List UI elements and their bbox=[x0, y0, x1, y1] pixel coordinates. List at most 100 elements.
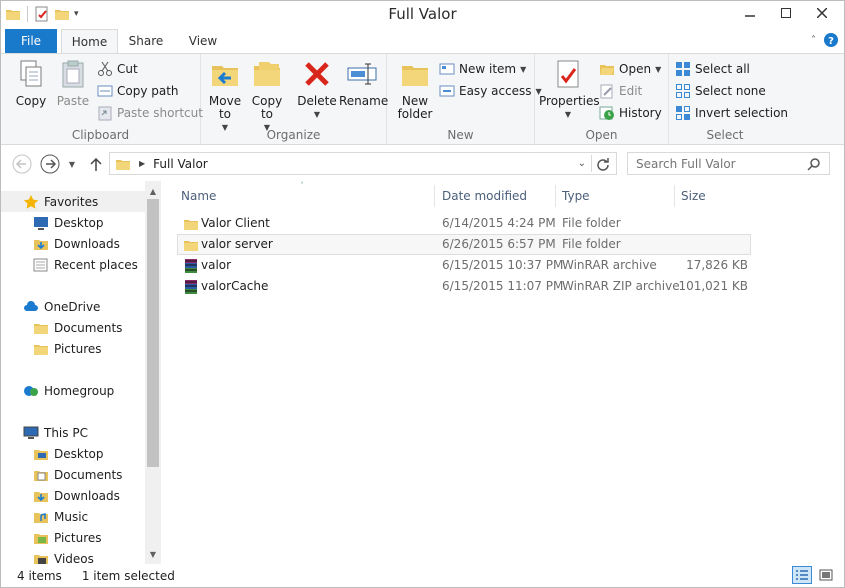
file-row[interactable]: Valor Client 6/14/2015 4:24 PM File fold… bbox=[177, 213, 751, 234]
folder-icon bbox=[34, 344, 48, 355]
breadcrumb-full-valor[interactable]: Full Valor bbox=[153, 157, 208, 171]
music-folder-icon bbox=[34, 512, 48, 523]
new-folder-icon bbox=[402, 66, 428, 86]
nav-onedrive-pictures[interactable]: Pictures bbox=[1, 338, 145, 359]
open-button[interactable]: Open ▼ bbox=[599, 59, 661, 79]
up-arrow-icon bbox=[90, 157, 102, 171]
search-box[interactable] bbox=[627, 152, 830, 175]
select-all-button[interactable]: Select all bbox=[675, 59, 750, 79]
folder-icon bbox=[116, 159, 130, 170]
nav-favorites[interactable]: Favorites bbox=[1, 191, 145, 212]
copy-to-button[interactable]: Copy to ▼ bbox=[247, 58, 287, 134]
nav-desktop[interactable]: Desktop bbox=[1, 212, 145, 233]
ribbon: Copy Paste Cut Copy path Paste shortcut … bbox=[1, 53, 844, 145]
nav-scrollbar[interactable]: ▲ ▼ bbox=[145, 181, 161, 564]
file-size bbox=[675, 213, 748, 234]
minimize-button[interactable] bbox=[732, 1, 768, 25]
scroll-down-arrow[interactable]: ▼ bbox=[145, 546, 161, 562]
file-name: Valor Client bbox=[201, 216, 270, 230]
scroll-up-arrow[interactable]: ▲ bbox=[145, 183, 161, 199]
open-label: Open bbox=[585, 128, 618, 142]
recent-locations-button[interactable]: ▼ bbox=[65, 153, 79, 175]
breadcrumb-separator-icon[interactable]: ▶ bbox=[139, 159, 145, 168]
nav-pc-desktop[interactable]: Desktop bbox=[1, 443, 145, 464]
refresh-icon[interactable] bbox=[596, 157, 610, 171]
nav-onedrive-documents[interactable]: Documents bbox=[1, 317, 145, 338]
properties-button[interactable]: Properties ▼ bbox=[539, 58, 600, 121]
nav-onedrive[interactable]: OneDrive bbox=[1, 296, 145, 317]
file-type: File folder bbox=[562, 216, 621, 230]
copy-path-icon bbox=[97, 85, 113, 97]
paste-shortcut-icon bbox=[98, 106, 112, 121]
nav-pc-videos[interactable]: Videos bbox=[1, 548, 145, 564]
file-list: ˄ Name Date modified Type Size Valor Cli… bbox=[163, 181, 845, 564]
desktop-icon bbox=[34, 216, 48, 230]
column-type[interactable]: Type bbox=[556, 185, 675, 207]
tab-file[interactable]: File bbox=[5, 29, 57, 53]
delete-button[interactable]: Delete ▼ bbox=[295, 58, 339, 121]
help-icon[interactable]: ? bbox=[824, 33, 838, 47]
nav-pc-music[interactable]: Music bbox=[1, 506, 145, 527]
file-type: WinRAR ZIP archive bbox=[562, 279, 680, 293]
nav-pc-downloads[interactable]: Downloads bbox=[1, 485, 145, 506]
file-row[interactable]: valorCache 6/15/2015 11:07 PM WinRAR ZIP… bbox=[177, 276, 751, 297]
file-type: WinRAR archive bbox=[562, 258, 657, 272]
nav-recent-places[interactable]: Recent places bbox=[1, 254, 145, 275]
nav-pc-documents[interactable]: Documents bbox=[1, 464, 145, 485]
homegroup-icon bbox=[24, 385, 38, 396]
up-button[interactable] bbox=[87, 153, 105, 175]
nav-homegroup[interactable]: Homegroup bbox=[1, 380, 145, 401]
window-title: Full Valor bbox=[388, 5, 457, 23]
nav-pc-pictures[interactable]: Pictures bbox=[1, 527, 145, 548]
paste-button[interactable]: Paste bbox=[53, 58, 93, 108]
downloads-folder-icon bbox=[34, 491, 48, 502]
easy-access-icon bbox=[439, 85, 455, 97]
folder-icon bbox=[184, 241, 198, 251]
move-to-button[interactable]: Move to ▼ bbox=[205, 58, 245, 134]
history-button[interactable]: History bbox=[599, 103, 662, 123]
invert-selection-button[interactable]: Invert selection bbox=[675, 103, 788, 123]
file-name: valorCache bbox=[201, 279, 269, 293]
select-none-icon bbox=[676, 84, 690, 98]
tab-home[interactable]: Home bbox=[61, 29, 118, 54]
cut-button[interactable]: Cut bbox=[97, 59, 138, 79]
column-size[interactable]: Size bbox=[675, 185, 755, 207]
new-label: New bbox=[447, 128, 474, 142]
column-date-modified[interactable]: Date modified bbox=[436, 185, 556, 207]
new-folder-button[interactable]: New folder bbox=[395, 58, 435, 121]
address-dropdown-icon[interactable]: ⌄ bbox=[578, 158, 586, 169]
back-button[interactable] bbox=[11, 153, 33, 175]
easy-access-button[interactable]: Easy access ▼ bbox=[439, 81, 542, 101]
maximize-button[interactable] bbox=[768, 1, 804, 25]
computer-icon bbox=[23, 426, 39, 439]
edit-button[interactable]: Edit bbox=[599, 81, 642, 101]
collapse-ribbon-icon[interactable]: ˄ bbox=[811, 35, 816, 46]
new-group: New folder New item ▼ Easy access ▼ New bbox=[387, 54, 542, 145]
properties-icon bbox=[557, 60, 579, 88]
copy-button[interactable]: Copy bbox=[11, 58, 51, 108]
copy-path-button[interactable]: Copy path bbox=[97, 81, 179, 101]
forward-button[interactable] bbox=[39, 153, 61, 175]
address-bar[interactable]: ▶ Full Valor ⌄ bbox=[109, 152, 617, 175]
new-item-button[interactable]: New item ▼ bbox=[439, 59, 526, 79]
large-icons-view-button[interactable] bbox=[816, 566, 836, 584]
select-none-button[interactable]: Select none bbox=[675, 81, 766, 101]
scroll-thumb[interactable] bbox=[147, 199, 159, 467]
column-name[interactable]: Name bbox=[175, 185, 435, 207]
nav-this-pc[interactable]: This PC bbox=[1, 422, 145, 443]
nav-downloads[interactable]: Downloads bbox=[1, 233, 145, 254]
details-view-button[interactable] bbox=[792, 566, 812, 584]
cloud-icon bbox=[24, 300, 38, 311]
file-row[interactable]: valor 6/15/2015 10:37 PM WinRAR archive … bbox=[177, 255, 751, 276]
close-button[interactable] bbox=[804, 1, 840, 25]
ribbon-tabs: File Home Share View ˄ ? bbox=[1, 29, 844, 54]
file-name: valor server bbox=[201, 237, 273, 251]
tab-share[interactable]: Share bbox=[123, 29, 169, 53]
organize-label: Organize bbox=[266, 128, 321, 142]
tab-view[interactable]: View bbox=[181, 29, 225, 53]
file-row[interactable]: valor server 6/26/2015 6:57 PM File fold… bbox=[177, 234, 751, 255]
history-icon bbox=[599, 106, 614, 120]
rename-button[interactable]: Rename bbox=[339, 58, 388, 108]
search-input[interactable] bbox=[636, 156, 806, 171]
paste-shortcut-button[interactable]: Paste shortcut bbox=[97, 103, 203, 123]
